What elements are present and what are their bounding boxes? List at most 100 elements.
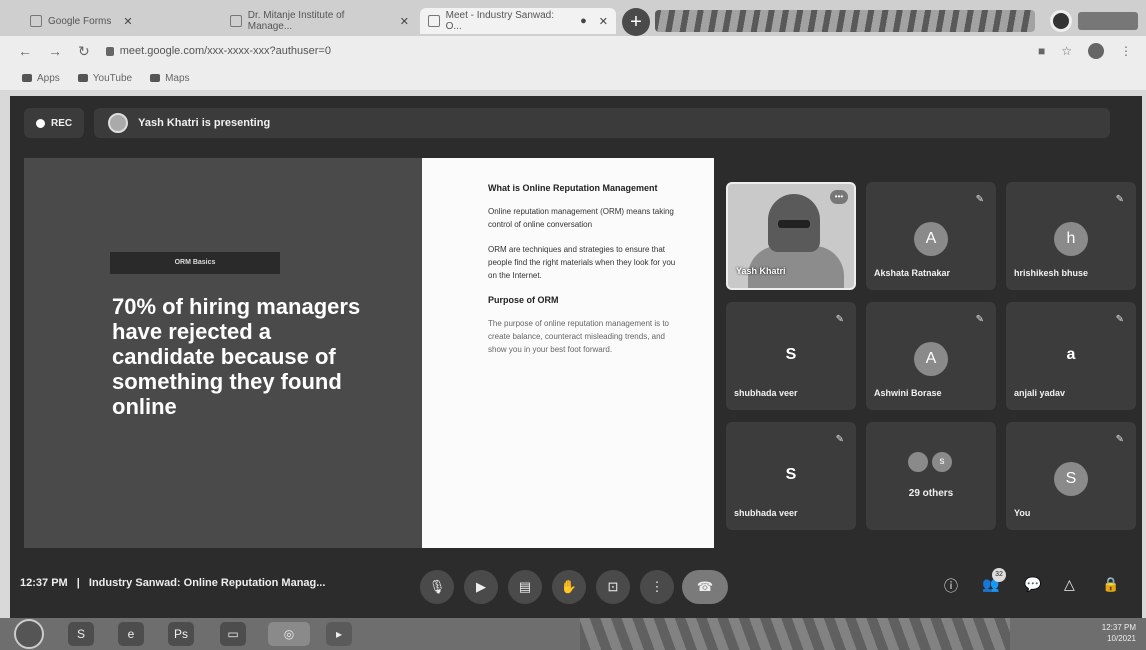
url-field[interactable]: meet.google.com/xxx-xxxx-xxx?authuser=0 [105, 45, 331, 57]
slide-heading-1: What is Online Reputation Management [488, 183, 658, 193]
skype-icon[interactable]: S [68, 622, 94, 646]
account-avatar[interactable] [1088, 43, 1104, 59]
photoshop-icon[interactable]: Ps [168, 622, 194, 646]
bookmark-youtube[interactable]: YouTube [77, 73, 132, 84]
bookmark-label: Apps [37, 72, 60, 84]
participant-tile[interactable]: ✎ S shubhada veer [726, 302, 856, 410]
media-player-icon[interactable]: ▸ [326, 622, 352, 646]
taskbar-date: 10/2021 [1107, 634, 1136, 643]
record-dot-icon [36, 118, 45, 128]
participant-name: anjali yadav [1014, 388, 1066, 398]
address-bar-actions: ■ ☆ ⋮ [1038, 43, 1132, 59]
participant-name: Ashwini Borase [874, 388, 942, 398]
forward-icon[interactable]: → [48, 43, 62, 60]
close-icon[interactable]: ✕ [123, 15, 132, 28]
start-button[interactable] [14, 619, 44, 649]
mic-off-icon: ✎ [835, 314, 844, 325]
meet-icon [428, 15, 440, 27]
participant-initial: S [785, 466, 797, 483]
rec-label: REC [51, 117, 73, 129]
system-tray: 12:37 PM 10/2021 [1102, 622, 1136, 644]
participant-name: shubhada veer [734, 508, 798, 518]
slide-right-panel: What is Online Reputation Management Onl… [422, 158, 714, 548]
participant-tile[interactable]: ✎ S shubhada veer [726, 422, 856, 530]
bookmark-label: Maps [165, 72, 190, 84]
participant-name: You [1014, 508, 1031, 518]
tab-google-forms[interactable]: Google Forms ✕ [22, 8, 222, 34]
window-buttons[interactable] [1078, 12, 1138, 30]
participant-tile[interactable]: ✎ a anjali yadav [1006, 302, 1136, 410]
tab-strip-background [655, 10, 1035, 32]
others-count: 29 others [908, 488, 954, 499]
mic-off-icon: ✎ [1115, 194, 1124, 205]
taskbar-clock: 12:37 PM [1101, 623, 1136, 632]
presenting-banner: Yash Khatri is presenting [94, 108, 1111, 138]
record-dot-icon: ● [580, 15, 587, 27]
participant-tile-presenter[interactable]: ••• Yash Khatri [726, 182, 856, 290]
camera-button[interactable]: ▶ [464, 570, 498, 604]
mic-off-icon: ✎ [1115, 434, 1124, 445]
participant-name: hrishikesh bhuse [1014, 268, 1089, 278]
chrome-icon[interactable]: ◎ [268, 622, 310, 646]
end-call-button[interactable]: ☎ [682, 570, 728, 604]
meet-top-bar: REC Yash Khatri is presenting [24, 108, 1111, 138]
video-person-glasses [778, 220, 810, 228]
people-icon[interactable]: 👥 32 [982, 568, 1006, 593]
present-button[interactable]: ⊡ [596, 570, 630, 604]
reload-icon[interactable]: ↻ [78, 43, 90, 60]
camera-icon[interactable]: ■ [1038, 44, 1045, 58]
more-options-icon[interactable]: ••• [830, 190, 848, 204]
lock-icon [105, 46, 114, 56]
back-icon[interactable]: ← [18, 43, 32, 60]
maps-icon [150, 74, 161, 82]
participant-tile[interactable]: ✎ h hrishikesh bhuse [1006, 182, 1136, 290]
participant-tile[interactable]: ✎ A Ashwini Borase [866, 302, 996, 410]
participant-tile-self[interactable]: ✎ S You [1006, 422, 1136, 530]
mic-button[interactable]: 🎙 [420, 570, 454, 604]
nav-buttons: ← → ↻ [18, 43, 90, 60]
new-tab-button[interactable]: + [622, 8, 650, 36]
raise-hand-button[interactable]: ✋ [552, 570, 586, 604]
presenter-avatar [108, 113, 129, 133]
participant-avatar: h [1054, 222, 1088, 256]
participant-tile-others[interactable]: s 29 others [866, 422, 996, 530]
participant-initial: S [785, 346, 797, 363]
taskbar-background [580, 618, 1010, 650]
tab-meet[interactable]: Meet - Industry Sanwad: O... ● ✕ [420, 8, 616, 34]
taskbar: S e Ps ▭ ◎ ▸ 12:37 PM 10/2021 [0, 618, 1146, 650]
slide-paragraph-3: The purpose of online reputation managem… [488, 319, 670, 354]
star-icon[interactable]: ☆ [1061, 44, 1072, 58]
bookmark-maps[interactable]: Maps [150, 72, 190, 84]
close-icon[interactable]: ✕ [400, 15, 409, 28]
close-icon[interactable]: ✕ [599, 15, 608, 28]
participant-avatar: S [1054, 462, 1088, 496]
info-icon[interactable]: ⓘ [944, 576, 958, 596]
others-avatar: s [930, 450, 954, 474]
participant-name: shubhada veer [734, 388, 798, 398]
slide-left-panel: ORM Basics 70% of hiring managers have r… [24, 158, 422, 548]
more-options-button[interactable]: ⋮ [640, 570, 674, 604]
mic-off-icon: ✎ [975, 314, 984, 325]
tab-institute[interactable]: Dr. Mitanje Institute of Manage... ✕ [222, 8, 417, 34]
apps-icon [22, 74, 32, 82]
chat-icon[interactable]: 💬 [1024, 576, 1041, 593]
participant-tile[interactable]: ✎ A Akshata Ratnakar [866, 182, 996, 290]
participant-avatar: A [914, 342, 948, 376]
folder-icon[interactable]: ▭ [220, 622, 246, 646]
slide-paragraph-1: Online reputation management (ORM) means… [488, 207, 674, 229]
menu-icon[interactable]: ⋮ [1120, 44, 1132, 58]
host-controls-icon[interactable]: 🔒 [1102, 576, 1119, 593]
internet-explorer-icon[interactable]: e [118, 622, 144, 646]
meet-window: REC Yash Khatri is presenting ORM Basics… [10, 96, 1142, 618]
tab-title: Meet - Industry Sanwad: O... [445, 10, 555, 32]
bookmark-apps[interactable]: Apps [22, 73, 60, 84]
slide-heading-2: Purpose of ORM [488, 295, 559, 305]
slide-paragraph-2: ORM are techniques and strategies to ens… [488, 245, 676, 280]
mic-off-icon: ✎ [1115, 314, 1124, 325]
captions-button[interactable]: ▤ [508, 570, 542, 604]
others-avatars: s [906, 450, 954, 474]
activities-icon[interactable]: △ [1064, 576, 1075, 593]
recording-badge[interactable]: REC [24, 108, 85, 138]
profile-icon[interactable] [1050, 10, 1072, 32]
meet-control-bar: 12:37 PM | Industry Sanwad: Online Reput… [10, 564, 1142, 618]
